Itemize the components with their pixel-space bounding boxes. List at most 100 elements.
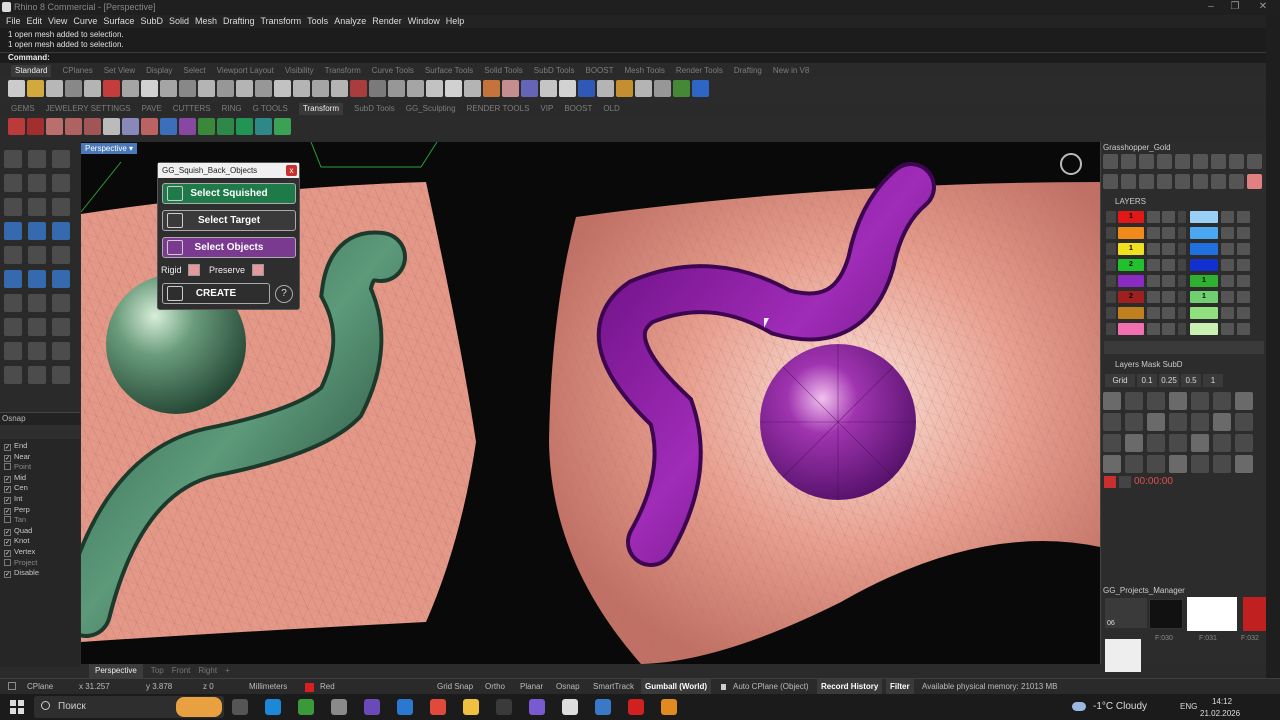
layer-checkbox[interactable]: [1106, 211, 1116, 223]
toolbar-tab[interactable]: Transform: [325, 65, 361, 77]
status-cplane[interactable]: CPlane: [27, 679, 53, 694]
drawing-tool-icon[interactable]: [4, 318, 22, 336]
drawing-tool-icon[interactable]: [4, 174, 22, 192]
toolbar-icon[interactable]: [217, 80, 234, 97]
lock-icon[interactable]: [1162, 243, 1175, 255]
toolbar-tab[interactable]: RING: [222, 103, 242, 115]
taskbar-app-icon[interactable]: [595, 699, 611, 715]
lock-icon[interactable]: [1237, 275, 1250, 287]
layer-color[interactable]: 1: [1190, 291, 1218, 303]
windows-start-icon[interactable]: [10, 700, 24, 714]
toolbar-icon[interactable]: [502, 80, 519, 97]
mask-tool-icon[interactable]: [1213, 413, 1231, 431]
drawing-tool-icon[interactable]: [28, 318, 46, 336]
toolbar-tab[interactable]: OLD: [603, 103, 619, 115]
toolbar-icon[interactable]: [8, 80, 25, 97]
toolbar-tab[interactable]: Surface Tools: [425, 65, 473, 77]
toolbar-tab[interactable]: BOOST: [564, 103, 592, 115]
mask-tool-icon[interactable]: [1147, 392, 1165, 410]
close-window-button[interactable]: ✕: [1248, 1, 1278, 14]
status-planar[interactable]: Planar: [520, 679, 543, 694]
toolbar-icon[interactable]: [255, 80, 272, 97]
toolbar-icon[interactable]: [445, 80, 462, 97]
osnap-project[interactable]: Project: [0, 558, 80, 569]
toolbar-icon[interactable]: [331, 80, 348, 97]
toolbar-icon[interactable]: [350, 80, 367, 97]
layer-row[interactable]: 1: [1104, 210, 1264, 224]
toolbar-tab[interactable]: CUTTERS: [173, 103, 211, 115]
toolbar-icon[interactable]: [198, 80, 215, 97]
toolbar-icon[interactable]: [122, 80, 139, 97]
eye-icon[interactable]: [1147, 323, 1160, 335]
layer-checkbox[interactable]: [1106, 243, 1116, 255]
layer-row[interactable]: 1: [1104, 274, 1264, 288]
project-thumb[interactable]: [1243, 597, 1267, 631]
viewport-tab[interactable]: Front: [172, 664, 191, 678]
toolbar-icon[interactable]: [141, 80, 158, 97]
eye-icon[interactable]: [1221, 243, 1234, 255]
taskbar-app-icon[interactable]: [463, 699, 479, 715]
mask-tool-icon[interactable]: [1103, 434, 1121, 452]
menu-item-help[interactable]: Help: [446, 15, 465, 28]
transform-tool-icon[interactable]: [8, 118, 25, 135]
grasshopper-tool-icon[interactable]: [1193, 174, 1208, 189]
layer-checkbox[interactable]: [1106, 227, 1116, 239]
lock-icon[interactable]: [1237, 227, 1250, 239]
grasshopper-tool-icon[interactable]: [1121, 154, 1136, 169]
grasshopper-tool-icon[interactable]: [1211, 174, 1226, 189]
layer-color[interactable]: 2: [1118, 259, 1144, 271]
toolbar-icon[interactable]: [84, 80, 101, 97]
layer-color[interactable]: [1190, 323, 1218, 335]
layer-checkbox[interactable]: [1178, 259, 1186, 271]
menu-item-tools[interactable]: Tools: [307, 15, 328, 28]
drawing-tool-icon[interactable]: [28, 174, 46, 192]
taskbar-app-icon[interactable]: [661, 699, 677, 715]
osnap-end[interactable]: ✓ End: [0, 441, 80, 452]
mask-tool-icon[interactable]: [1103, 392, 1121, 410]
mask-tool-icon[interactable]: [1235, 413, 1253, 431]
toolbar-tab[interactable]: VIP: [540, 103, 553, 115]
maximize-button[interactable]: ❐: [1220, 1, 1250, 14]
drawing-tool-icon[interactable]: [4, 222, 22, 240]
close-icon[interactable]: x: [286, 165, 297, 176]
layer-checkbox[interactable]: [1178, 291, 1186, 303]
mask-tool-icon[interactable]: [1235, 434, 1253, 452]
layer-row[interactable]: [1104, 226, 1264, 240]
taskbar-app-icon[interactable]: [496, 699, 512, 715]
layer-checkbox[interactable]: [1106, 323, 1116, 335]
osnap-vertex[interactable]: ✓ Vertex: [0, 547, 80, 558]
toolbar-tab[interactable]: GEMS: [11, 103, 35, 115]
toolbar-tab[interactable]: Visibility: [285, 65, 314, 77]
transform-tool-icon[interactable]: [122, 118, 139, 135]
toolbar-icon[interactable]: [103, 80, 120, 97]
grasshopper-tool-icon[interactable]: [1157, 154, 1172, 169]
toolbar-tab[interactable]: New in V8: [773, 65, 809, 77]
taskbar-date[interactable]: 21.02.2026: [1200, 709, 1240, 718]
osnap-tan[interactable]: Tan: [0, 515, 80, 526]
toolbar-tab[interactable]: Viewport Layout: [217, 65, 274, 77]
toolbar-icon[interactable]: [160, 80, 177, 97]
grid-label[interactable]: Grid: [1105, 374, 1135, 387]
transform-tool-icon[interactable]: [179, 118, 196, 135]
transform-tool-icon[interactable]: [84, 118, 101, 135]
toolbar-icon[interactable]: [369, 80, 386, 97]
layer-color[interactable]: [1190, 211, 1218, 223]
mask-tool-icon[interactable]: [1103, 455, 1121, 473]
toolbar-tab[interactable]: Standard: [11, 65, 52, 77]
menu-item-mesh[interactable]: Mesh: [195, 15, 217, 28]
drawing-tool-icon[interactable]: [4, 150, 22, 168]
toolbar-icon[interactable]: [426, 80, 443, 97]
create-button[interactable]: CREATE: [162, 283, 270, 304]
drawing-tool-icon[interactable]: [52, 366, 70, 384]
mask-tool-icon[interactable]: [1191, 434, 1209, 452]
status-autocplane[interactable]: Auto CPlane (Object): [733, 679, 809, 694]
taskbar-app-icon[interactable]: [529, 699, 545, 715]
drawing-tool-icon[interactable]: [4, 246, 22, 264]
menu-item-curve[interactable]: Curve: [73, 15, 97, 28]
lock-icon[interactable]: [1162, 307, 1175, 319]
mask-tool-icon[interactable]: [1213, 434, 1231, 452]
toolbar-icon[interactable]: [521, 80, 538, 97]
grasshopper-tool-icon[interactable]: [1157, 174, 1172, 189]
drawing-tool-icon[interactable]: [4, 342, 22, 360]
eye-icon[interactable]: [1221, 275, 1234, 287]
